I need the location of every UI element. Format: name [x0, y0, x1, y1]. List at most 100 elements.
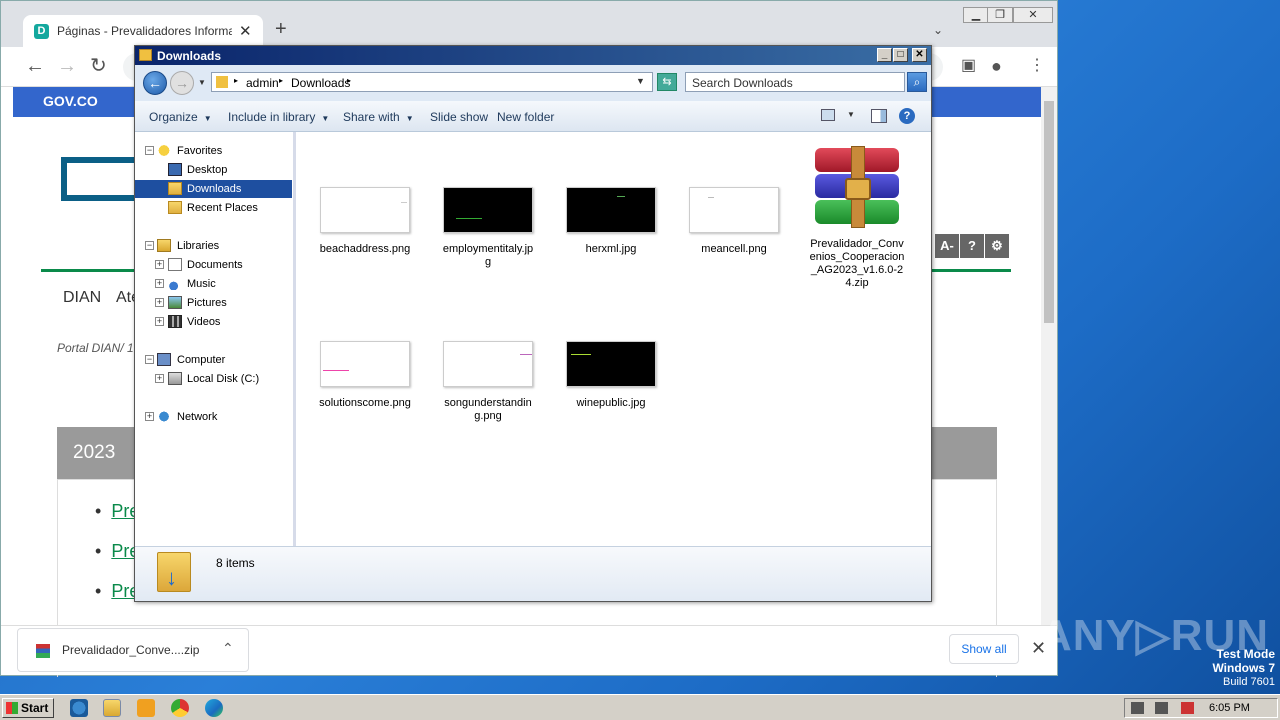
file-name: solutionscome.png [319, 397, 411, 409]
file-item[interactable]: employmentitaly.jpg [436, 187, 540, 269]
chrome-minimize-button[interactable]: ▁ [963, 7, 989, 23]
change-view-icon[interactable] [821, 109, 835, 121]
expand-icon[interactable]: + [155, 260, 164, 269]
file-item[interactable]: herxml.jpg [559, 187, 663, 256]
breadcrumb-chevron-icon[interactable]: ▸ [347, 76, 351, 85]
download-item[interactable]: Prevalidador_Conve....zip ⌃ [17, 628, 249, 672]
slide-show-button[interactable]: Slide show [430, 110, 488, 124]
forward-arrow-icon[interactable]: → [57, 55, 77, 77]
help-icon[interactable]: ? [960, 234, 984, 258]
organize-label: Organize [149, 110, 198, 124]
nav-label: Pictures [187, 297, 227, 309]
chrome-menu-icon[interactable]: ⋮ [1029, 55, 1045, 77]
internet-explorer-icon[interactable] [70, 699, 88, 717]
include-library-label: Include in library [228, 110, 316, 124]
scrollbar-thumb[interactable] [1044, 101, 1054, 323]
test-mode-notice: Test Mode Windows 7 Build 7601 [1180, 648, 1275, 689]
breadcrumb-chevron-icon[interactable]: ▸ [279, 76, 283, 85]
start-button[interactable]: Start [2, 698, 54, 718]
help-icon[interactable]: ? [899, 108, 915, 124]
test-mode-line: Build 7601 [1223, 676, 1275, 688]
chrome-restore-button[interactable]: ❐ [987, 7, 1013, 23]
profile-avatar-icon[interactable]: ● [991, 55, 1002, 77]
file-item[interactable]: songunderstanding.png [436, 341, 540, 423]
image-thumbnail [566, 341, 656, 387]
hard-disk-icon [168, 372, 182, 385]
tab-search-chevron-icon[interactable]: ⌄ [933, 23, 943, 37]
search-input[interactable]: Search Downloads [685, 72, 905, 92]
edge-icon[interactable] [205, 699, 223, 717]
documents-icon [168, 258, 182, 271]
prevalidador-link[interactable]: Pre [95, 581, 139, 602]
share-with-button[interactable]: Share with ▼ [343, 110, 414, 124]
breadcrumb[interactable]: Portal DIAN/ 1 [57, 341, 134, 355]
file-item[interactable]: meancell.png [682, 187, 786, 256]
page-scrollbar[interactable] [1041, 87, 1057, 627]
breadcrumb-downloads[interactable]: Downloads [291, 76, 350, 90]
clock[interactable]: 6:05 PM [1209, 702, 1250, 714]
close-button[interactable]: ✕ [912, 48, 927, 62]
organize-button[interactable]: Organize ▼ [149, 110, 212, 124]
tab-close-icon[interactable]: ✕ [239, 22, 252, 40]
navigation-pane: − Favorites Desktop Downloads Recent Pla… [135, 132, 296, 546]
chrome-close-button[interactable]: ✕ [1013, 7, 1053, 23]
minimize-button[interactable]: _ [877, 48, 892, 62]
prevalidador-link[interactable]: Pre [95, 501, 139, 522]
network-tray-icon[interactable] [1155, 702, 1168, 714]
refresh-icon[interactable]: ⇆ [657, 73, 677, 91]
side-panel-icon[interactable]: ▣ [961, 55, 976, 77]
include-library-button[interactable]: Include in library ▼ [228, 110, 329, 124]
expand-icon[interactable]: + [155, 317, 164, 326]
gov-co-label[interactable]: GOV.CO [43, 93, 98, 109]
expand-icon[interactable]: + [155, 279, 164, 288]
breadcrumb-chevron-icon[interactable]: ▸ [234, 76, 238, 85]
forward-arrow-icon[interactable]: → [170, 71, 194, 95]
explorer-taskbar-icon[interactable] [103, 699, 121, 717]
search-icon[interactable]: ⌕ [907, 72, 927, 92]
show-all-button[interactable]: Show all [949, 634, 1019, 664]
nav-downloads[interactable]: Downloads [135, 180, 292, 198]
image-thumbnail [443, 187, 533, 233]
pictures-icon [168, 296, 182, 309]
test-mode-line: Test Mode [1216, 647, 1275, 661]
back-arrow-icon[interactable]: ← [143, 71, 167, 95]
preview-pane-icon[interactable] [871, 109, 887, 123]
share-with-label: Share with [343, 110, 400, 124]
prevalidador-link[interactable]: Pre [95, 541, 139, 562]
collapse-icon[interactable]: − [145, 146, 154, 155]
decrease-font-button[interactable]: A- [935, 234, 959, 258]
expand-icon[interactable]: + [145, 412, 154, 421]
chevron-up-icon[interactable]: ⌃ [222, 640, 234, 657]
address-dropdown-icon[interactable]: ▼ [636, 76, 645, 86]
settings-gear-icon[interactable]: ⚙ [985, 234, 1009, 258]
expand-icon[interactable]: + [155, 298, 164, 307]
new-folder-button[interactable]: New folder [497, 110, 554, 124]
address-bar[interactable]: ▸ admin ▸ Downloads ▸ ▼ [211, 72, 653, 92]
menu-item-dian[interactable]: DIAN [63, 289, 101, 307]
file-item[interactable]: beachaddress.png [313, 187, 417, 256]
file-item[interactable]: Prevalidador_Convenios_Cooperacion_AG202… [805, 146, 909, 290]
file-item[interactable]: winepublic.jpg [559, 341, 663, 410]
tab-title: Páginas - Prevalidadores Informacion [57, 24, 232, 38]
volume-icon[interactable] [1131, 702, 1144, 714]
expand-icon[interactable]: + [155, 374, 164, 383]
new-tab-button[interactable]: + [275, 19, 287, 39]
chrome-taskbar-icon[interactable] [171, 699, 189, 717]
collapse-icon[interactable]: − [145, 355, 154, 364]
action-center-icon[interactable] [1181, 702, 1194, 714]
file-item[interactable]: solutionscome.png [313, 341, 417, 410]
browser-tab[interactable]: D Páginas - Prevalidadores Informacion ✕ [23, 15, 263, 47]
maximize-button[interactable]: □ [893, 48, 908, 62]
explorer-titlebar[interactable]: Downloads _ □ ✕ [135, 46, 931, 65]
window-title: Downloads [157, 49, 222, 63]
reload-icon[interactable]: ↻ [90, 55, 107, 77]
dian-logo[interactable] [61, 157, 141, 201]
recent-pages-chevron-icon[interactable]: ▼ [198, 78, 206, 87]
breadcrumb-admin[interactable]: admin [246, 76, 279, 90]
downloads-folder-icon [157, 552, 191, 592]
view-options-chevron-icon[interactable]: ▼ [847, 110, 855, 119]
collapse-icon[interactable]: − [145, 241, 154, 250]
media-player-icon[interactable] [137, 699, 155, 717]
back-arrow-icon[interactable]: ← [25, 55, 45, 77]
taskbar: Start 6:05 PM [0, 694, 1280, 720]
